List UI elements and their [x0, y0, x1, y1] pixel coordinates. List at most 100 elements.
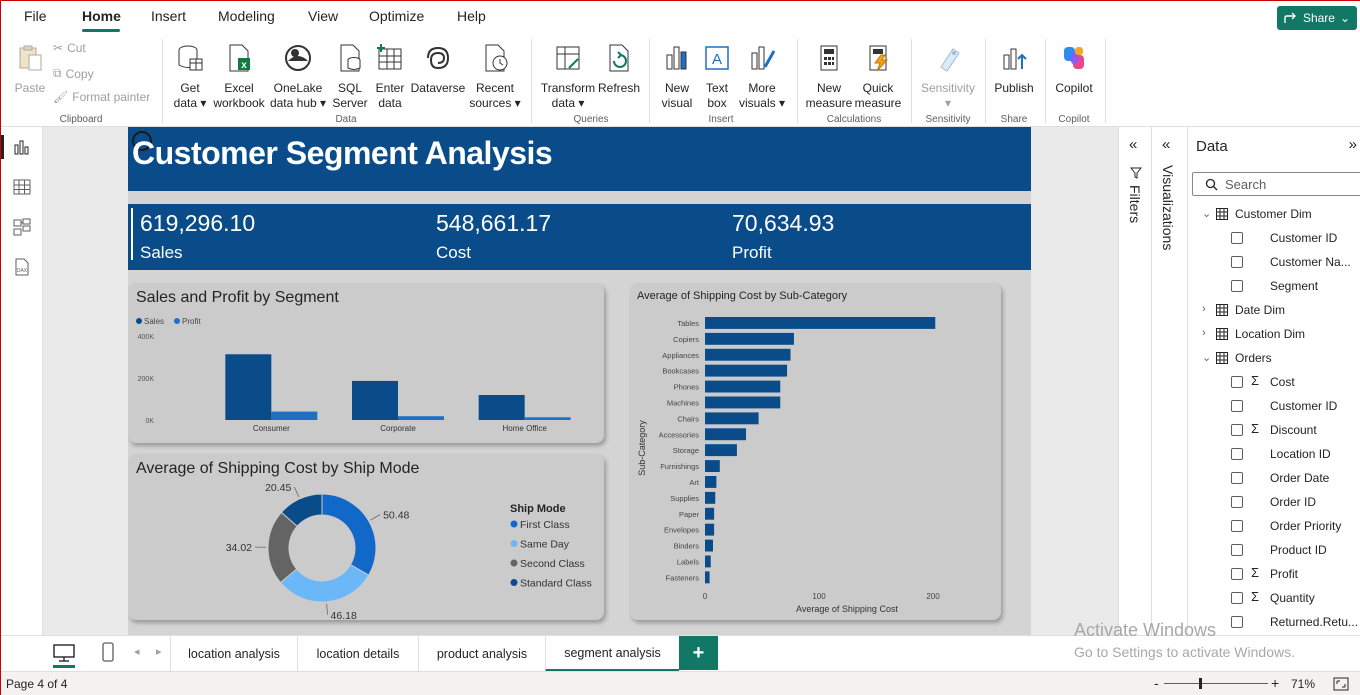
field-checkbox[interactable]: [1231, 592, 1243, 604]
field-item[interactable]: Customer ID: [1188, 394, 1360, 418]
table-node[interactable]: › Location Dim: [1188, 322, 1360, 346]
zoom-out-icon[interactable]: -: [1154, 675, 1159, 691]
table-node[interactable]: ⌄ Customer Dim: [1188, 202, 1360, 226]
collapse-visualizations-icon[interactable]: «: [1162, 136, 1170, 153]
field-checkbox[interactable]: [1231, 256, 1243, 268]
field-checkbox[interactable]: [1231, 544, 1243, 556]
tab-location-details[interactable]: location details: [297, 636, 418, 672]
onelake-button[interactable]: OneLake data hub ▾: [267, 43, 329, 111]
chevron-right-icon[interactable]: ›: [1202, 303, 1206, 315]
get-data-button[interactable]: Get data ▾: [169, 43, 211, 111]
measure-field[interactable]: Σ Quantity: [1188, 586, 1360, 610]
sql-server-button[interactable]: SQL Server: [331, 43, 369, 111]
measure-field[interactable]: Σ Profit: [1188, 562, 1360, 586]
chevron-right-icon[interactable]: ›: [1202, 327, 1206, 339]
kpi-card-cost[interactable]: 548,661.17 Cost: [436, 210, 551, 263]
field-item[interactable]: Order Priority: [1188, 514, 1360, 538]
field-checkbox[interactable]: [1231, 424, 1243, 436]
bar: [705, 460, 720, 472]
sales-profit-segment-chart[interactable]: Sales and Profit by Segment Sales Profit 0…: [128, 283, 604, 443]
data-search-input[interactable]: Search: [1192, 172, 1360, 196]
quick-measure-button[interactable]: Quick measure: [853, 43, 903, 111]
desktop-layout-icon[interactable]: [53, 643, 75, 663]
chevron-down-icon[interactable]: ⌄: [1202, 351, 1211, 364]
tab-segment-analysis[interactable]: segment analysis: [545, 636, 679, 672]
enter-data-button[interactable]: Enter data: [371, 43, 409, 111]
zoom-in-icon[interactable]: +: [1271, 675, 1279, 691]
menu-home[interactable]: Home: [82, 8, 121, 24]
field-item[interactable]: Product ID: [1188, 538, 1360, 562]
shipping-cost-subcategory-chart[interactable]: Average of Shipping Cost by Sub-Category…: [630, 283, 1001, 620]
dax-query-view-icon[interactable]: DAX: [12, 257, 32, 277]
more-visuals-button[interactable]: More visuals ▾: [737, 43, 787, 111]
field-checkbox[interactable]: [1231, 376, 1243, 388]
field-item[interactable]: Order Date: [1188, 466, 1360, 490]
cut-button[interactable]: ✂ Cut: [53, 41, 86, 55]
report-view-icon[interactable]: [12, 137, 32, 157]
menu-insert[interactable]: Insert: [151, 8, 186, 24]
sensitivity-button[interactable]: Sensitivity ▾: [917, 43, 979, 111]
publish-button[interactable]: Publish: [991, 43, 1037, 96]
fit-to-page-icon[interactable]: [1333, 677, 1349, 691]
dataverse-button[interactable]: Dataverse: [409, 43, 467, 96]
zoom-slider-track[interactable]: [1164, 683, 1268, 684]
field-item[interactable]: Segment: [1188, 274, 1360, 298]
refresh-button[interactable]: Refresh: [597, 43, 641, 96]
field-item[interactable]: Location ID: [1188, 442, 1360, 466]
field-checkbox[interactable]: [1231, 616, 1243, 628]
field-checkbox[interactable]: [1231, 472, 1243, 484]
copilot-button[interactable]: Copilot: [1051, 43, 1097, 96]
y-tick-label: 200K: [138, 376, 155, 383]
field-item[interactable]: Customer Na...: [1188, 250, 1360, 274]
paste-button[interactable]: Paste: [11, 43, 49, 96]
new-measure-button[interactable]: New measure: [805, 43, 853, 111]
table-node[interactable]: ⌄ Orders: [1188, 346, 1360, 370]
add-page-button[interactable]: +: [679, 636, 718, 670]
zoom-slider-thumb[interactable]: [1198, 678, 1202, 689]
field-name: Quantity: [1270, 591, 1315, 605]
mobile-layout-icon[interactable]: [101, 642, 115, 662]
tab-product-analysis[interactable]: product analysis: [418, 636, 545, 672]
kpi-card-profit[interactable]: 70,634.93 Profit: [732, 210, 834, 263]
field-item[interactable]: Order ID: [1188, 490, 1360, 514]
table-view-icon[interactable]: [12, 177, 32, 197]
chevron-down-icon[interactable]: ⌄: [1202, 207, 1211, 220]
collapse-filters-icon[interactable]: «: [1129, 136, 1137, 153]
field-checkbox[interactable]: [1231, 280, 1243, 292]
menu-help[interactable]: Help: [457, 8, 486, 24]
measure-field[interactable]: Σ Discount: [1188, 418, 1360, 442]
category-label: Accessories: [659, 430, 700, 439]
model-view-icon[interactable]: [12, 217, 32, 237]
visualizations-pane[interactable]: « Visualizations: [1151, 127, 1187, 635]
menu-optimize[interactable]: Optimize: [369, 8, 424, 24]
tab-location-analysis[interactable]: location analysis: [170, 636, 297, 672]
filters-pane[interactable]: « Filters: [1118, 127, 1151, 635]
shipping-cost-ship-mode-chart[interactable]: Average of Shipping Cost by Ship Mode 50…: [128, 454, 604, 620]
legend-label: First Class: [520, 519, 570, 531]
field-checkbox[interactable]: [1231, 448, 1243, 460]
field-checkbox[interactable]: [1231, 568, 1243, 580]
expand-pane-icon[interactable]: »: [1349, 136, 1357, 153]
measure-field[interactable]: Σ Cost: [1188, 370, 1360, 394]
y-axis-title: Sub-Category: [637, 420, 647, 476]
text-box-button[interactable]: A Text box: [697, 43, 737, 111]
field-checkbox[interactable]: [1231, 232, 1243, 244]
field-checkbox[interactable]: [1231, 496, 1243, 508]
transform-data-button[interactable]: Transform data ▾: [539, 43, 597, 111]
scroll-right-icon[interactable]: ▸: [156, 645, 162, 658]
menu-modeling[interactable]: Modeling: [218, 8, 275, 24]
share-button[interactable]: Share ⌄: [1277, 6, 1357, 30]
new-visual-button[interactable]: New visual: [657, 43, 697, 111]
kpi-card-sales[interactable]: 619,296.10 Sales: [140, 210, 255, 263]
menu-file[interactable]: File: [24, 8, 47, 24]
field-item[interactable]: Customer ID: [1188, 226, 1360, 250]
table-node[interactable]: › Date Dim: [1188, 298, 1360, 322]
excel-workbook-button[interactable]: x Excel workbook: [211, 43, 267, 111]
menu-view[interactable]: View: [308, 8, 338, 24]
format-painter-button[interactable]: 🖌 Format painter: [53, 90, 150, 104]
copy-button[interactable]: ⧉ Copy: [53, 66, 94, 81]
field-checkbox[interactable]: [1231, 400, 1243, 412]
recent-sources-button[interactable]: Recent sources ▾: [467, 43, 523, 111]
scroll-left-icon[interactable]: ◂: [134, 645, 140, 658]
field-checkbox[interactable]: [1231, 520, 1243, 532]
